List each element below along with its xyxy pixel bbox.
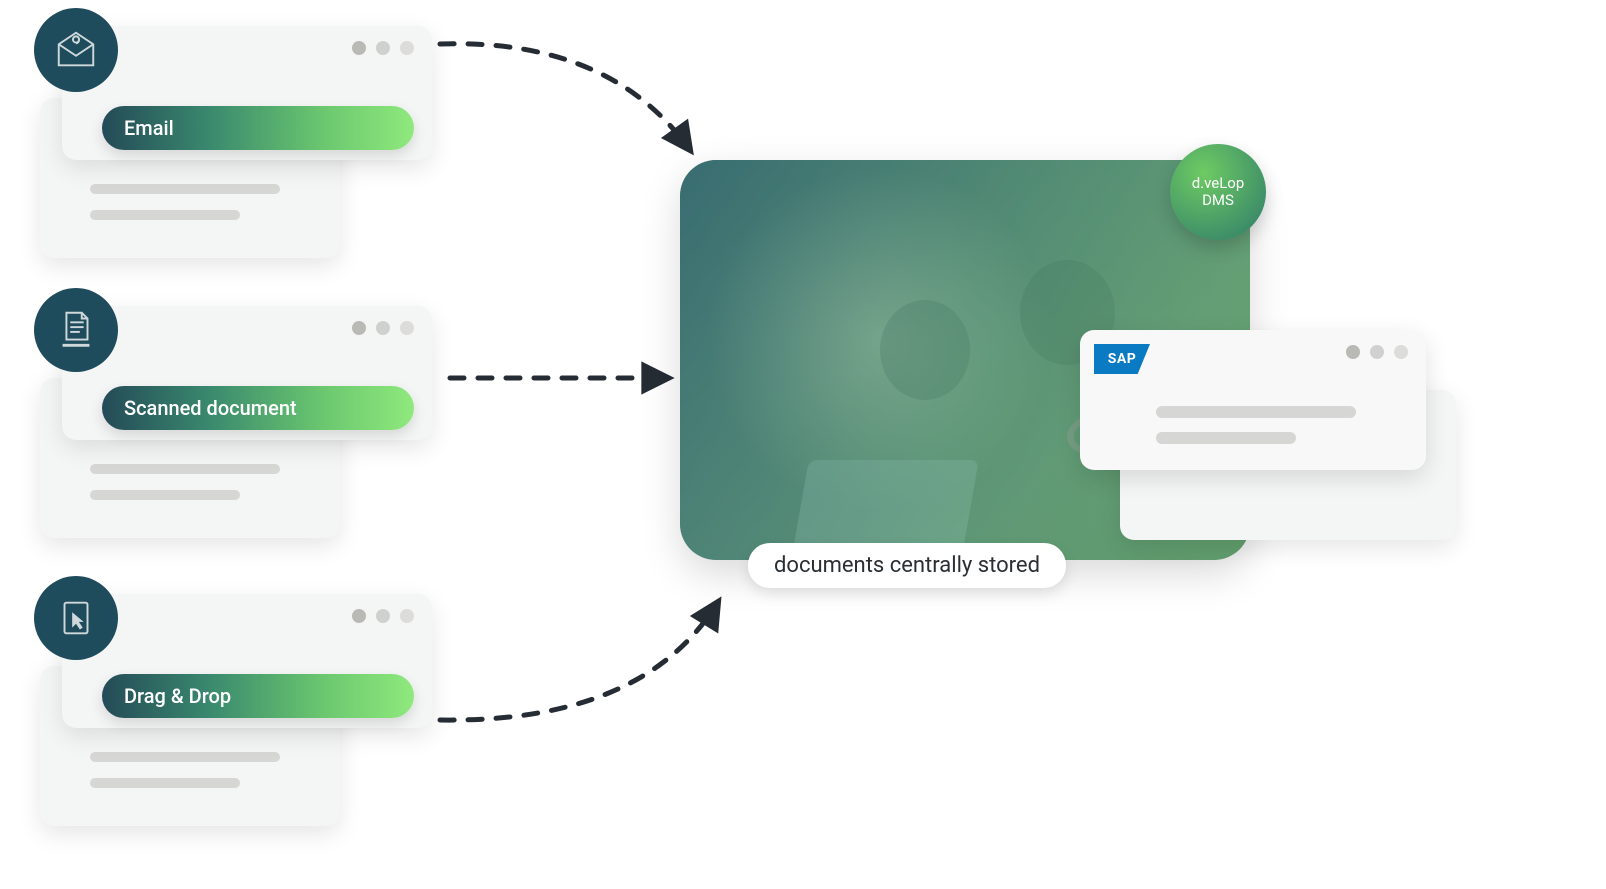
destination-caption: documents centrally stored — [748, 543, 1066, 588]
window-dot-icon — [352, 321, 366, 335]
placeholder-line — [90, 778, 240, 788]
placeholder-line — [1156, 406, 1356, 418]
window-dot-icon — [352, 609, 366, 623]
placeholder-line — [1156, 432, 1296, 444]
source-label-text: Drag & Drop — [124, 684, 231, 708]
placeholder-line — [90, 490, 240, 500]
source-label-pill: Email — [102, 106, 414, 150]
source-card-scan: Scanned document — [40, 292, 410, 512]
badge-line2: DMS — [1202, 192, 1234, 209]
source-label-text: Email — [124, 116, 174, 140]
cursor-icon — [34, 576, 118, 660]
window-dot-icon — [352, 41, 366, 55]
window-dot-icon — [400, 609, 414, 623]
email-icon — [34, 8, 118, 92]
window-mockup-front: SAP — [1080, 330, 1426, 470]
source-label-pill: Scanned document — [102, 386, 414, 430]
source-card-dragdrop: Drag & Drop — [40, 580, 410, 800]
caption-text: documents centrally stored — [774, 553, 1040, 578]
badge-line1: d.veLop — [1192, 175, 1245, 192]
placeholder-line — [90, 210, 240, 220]
window-dot-icon — [400, 41, 414, 55]
placeholder-line — [90, 184, 280, 194]
dvelop-dms-badge: d.veLop DMS — [1170, 144, 1266, 240]
placeholder-line — [90, 752, 280, 762]
sap-integration-card: SAP — [1080, 330, 1450, 540]
source-label-pill: Drag & Drop — [102, 674, 414, 718]
window-dot-icon — [400, 321, 414, 335]
window-dot-icon — [1346, 345, 1360, 359]
window-dot-icon — [376, 321, 390, 335]
window-dot-icon — [1394, 345, 1408, 359]
source-card-email: Email — [40, 12, 410, 232]
sap-logo-text: SAP — [1108, 351, 1137, 367]
scan-icon — [34, 288, 118, 372]
window-dot-icon — [376, 609, 390, 623]
window-dot-icon — [376, 41, 390, 55]
source-label-text: Scanned document — [124, 396, 297, 420]
window-dot-icon — [1370, 345, 1384, 359]
placeholder-line — [90, 464, 280, 474]
